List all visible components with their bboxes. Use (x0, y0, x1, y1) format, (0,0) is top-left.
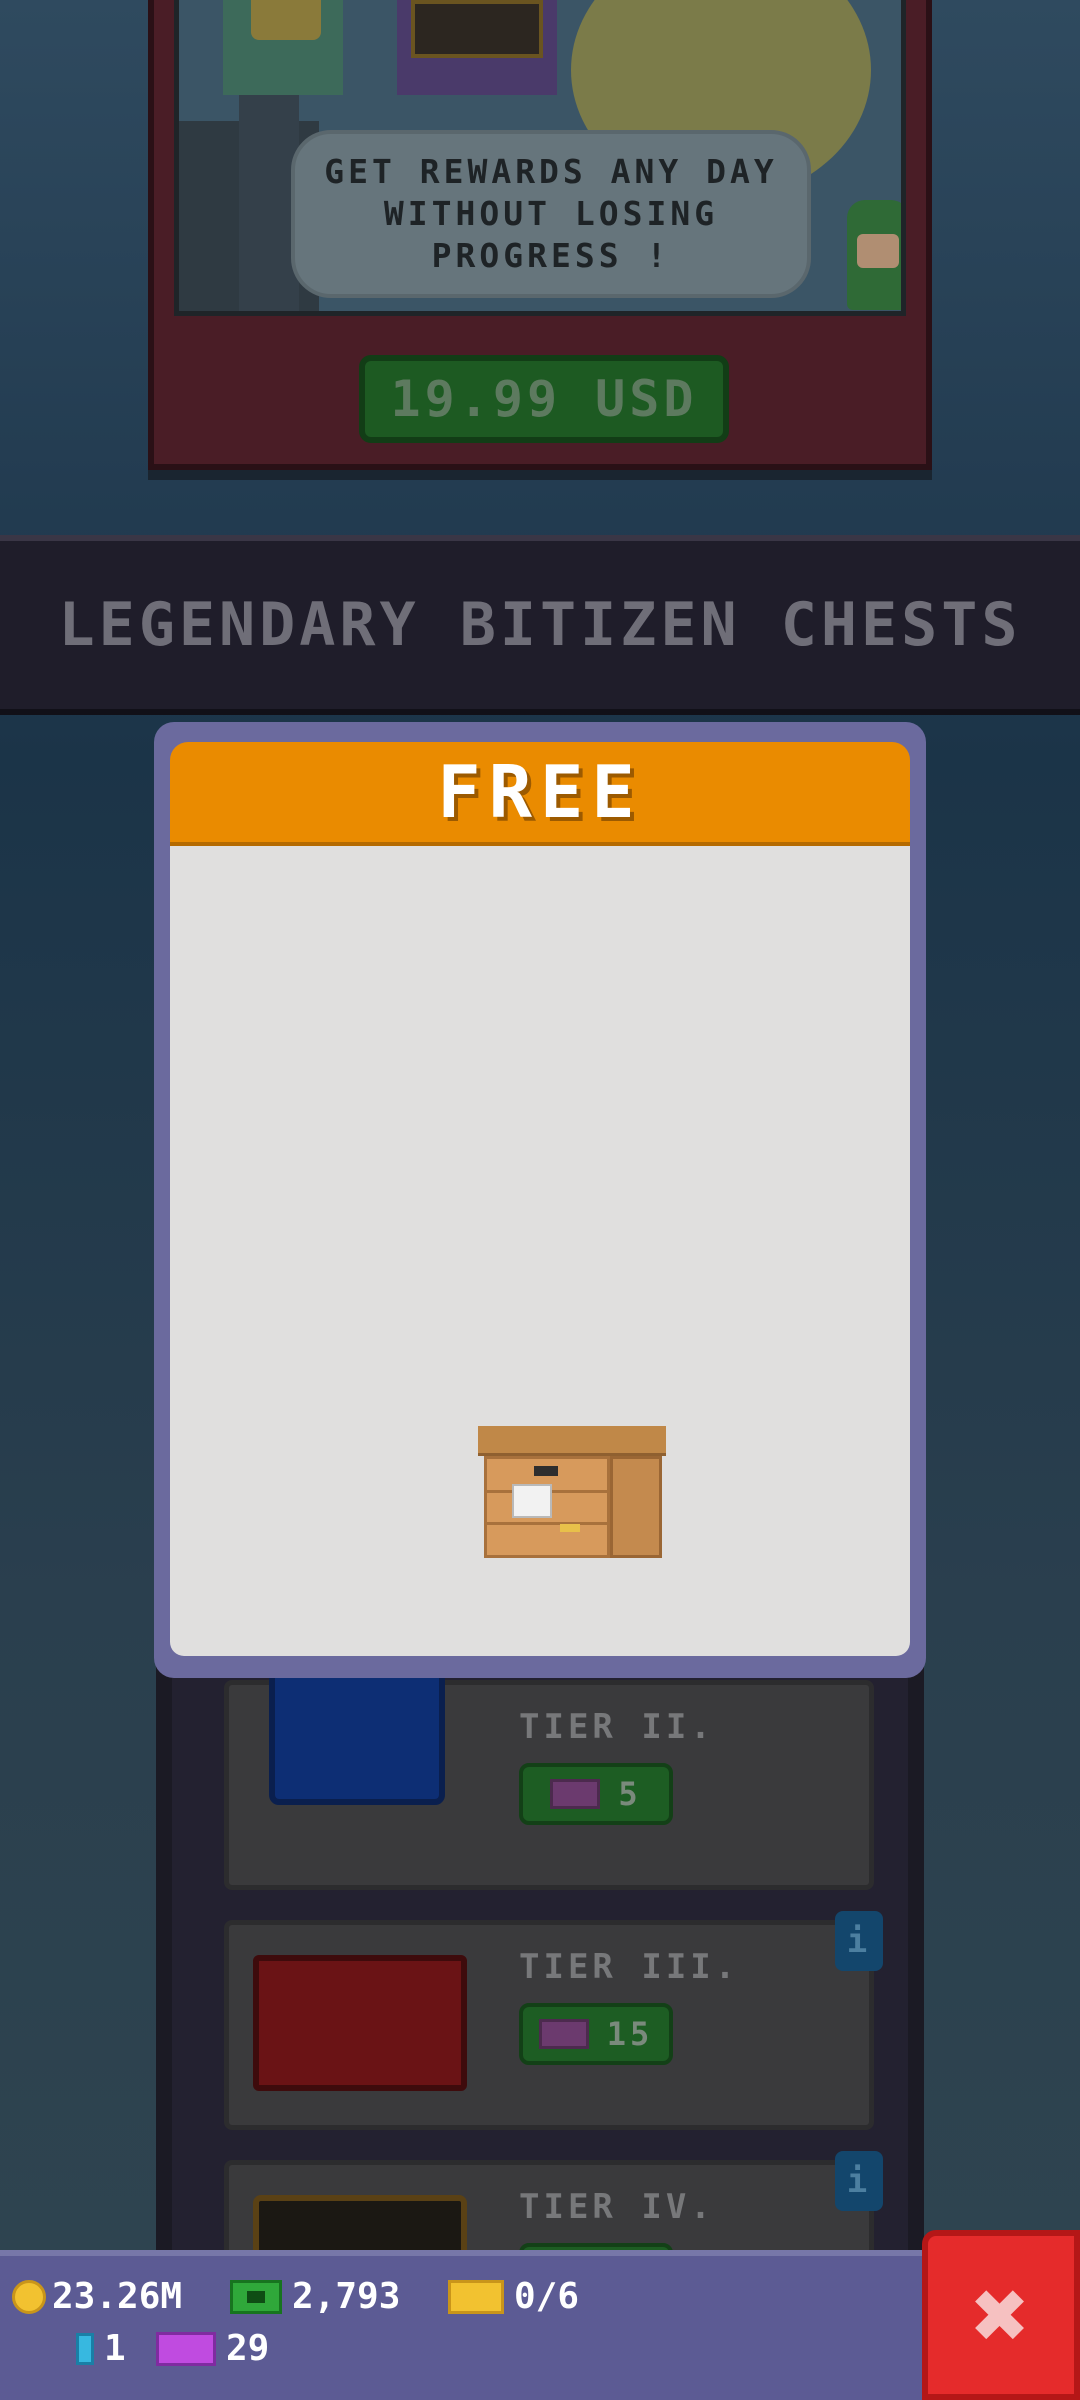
coins-value: 23.26M (52, 2276, 183, 2317)
close-button[interactable]: ✖ (922, 2230, 1080, 2400)
tier-label: TIER III. (519, 1947, 740, 1987)
tier-card-2[interactable]: TIER II. 5 (224, 1655, 874, 1890)
modal-title: FREE (437, 750, 643, 834)
tier-card-3[interactable]: TIER III. 15 i (224, 1911, 883, 2130)
ticket-icon (538, 2019, 589, 2049)
ticket-icon (156, 2331, 216, 2366)
city-tower-graphic (239, 61, 299, 311)
info-button[interactable]: i (835, 1911, 883, 1971)
chest-icon (411, 0, 543, 58)
tier-cost-value: 15 (606, 2015, 654, 2053)
coin-icon (12, 2279, 46, 2314)
golden-ticket-value: 0/6 (514, 2276, 580, 2317)
buy-offer-button[interactable]: 19.99 USD (359, 355, 729, 443)
subscription-offer-card: GET REWARDS ANY DAY WITHOUT LOSING PROGR… (148, 0, 932, 470)
cash-icon (230, 2279, 282, 2314)
close-icon: ✖ (972, 2259, 1030, 2371)
modal-header: FREE (170, 742, 910, 846)
ticket-counter: 29 (156, 2328, 269, 2369)
golden-ticket-icon (448, 2279, 504, 2314)
crate-label-icon (512, 1484, 552, 1518)
tier-label: TIER IV. (519, 2187, 715, 2227)
modal-body[interactable] (170, 846, 910, 1656)
key-icon (251, 0, 321, 40)
bux-counter: 2,793 (230, 2276, 400, 2317)
tier-cost-button[interactable]: 5 (519, 1763, 673, 1825)
bux-value: 2,793 (292, 2276, 401, 2317)
bitbux-counter: 1 (76, 2328, 126, 2369)
wooden-crate-icon[interactable] (478, 1426, 666, 1558)
free-reward-modal[interactable]: FREE (154, 722, 926, 1678)
offer-illustration: GET REWARDS ANY DAY WITHOUT LOSING PROGR… (174, 0, 906, 316)
ticket-value: 29 (226, 2328, 270, 2369)
tier-label: TIER II. (519, 1707, 715, 1747)
ticket-icon (550, 1779, 601, 1809)
info-button[interactable]: i (835, 2151, 883, 2211)
red-chest-icon (253, 1955, 467, 2091)
speech-bubble: GET REWARDS ANY DAY WITHOUT LOSING PROGR… (291, 130, 811, 298)
bitbux-value: 1 (104, 2328, 126, 2369)
golden-ticket-counter: 0/6 (448, 2276, 579, 2317)
frog-costume-bitizen-icon (847, 200, 901, 310)
coins-counter: 23.26M (12, 2276, 182, 2317)
tier-cost-value: 5 (618, 1775, 642, 1813)
section-header: LEGENDARY BITIZEN CHESTS (0, 535, 1080, 715)
currency-bar: 23.26M 2,793 0/6 1 29 (0, 2250, 924, 2400)
tier-cost-button[interactable]: 15 (519, 2003, 673, 2065)
section-title: LEGENDARY BITIZEN CHESTS (58, 590, 1022, 660)
bitbux-icon (76, 2332, 94, 2365)
